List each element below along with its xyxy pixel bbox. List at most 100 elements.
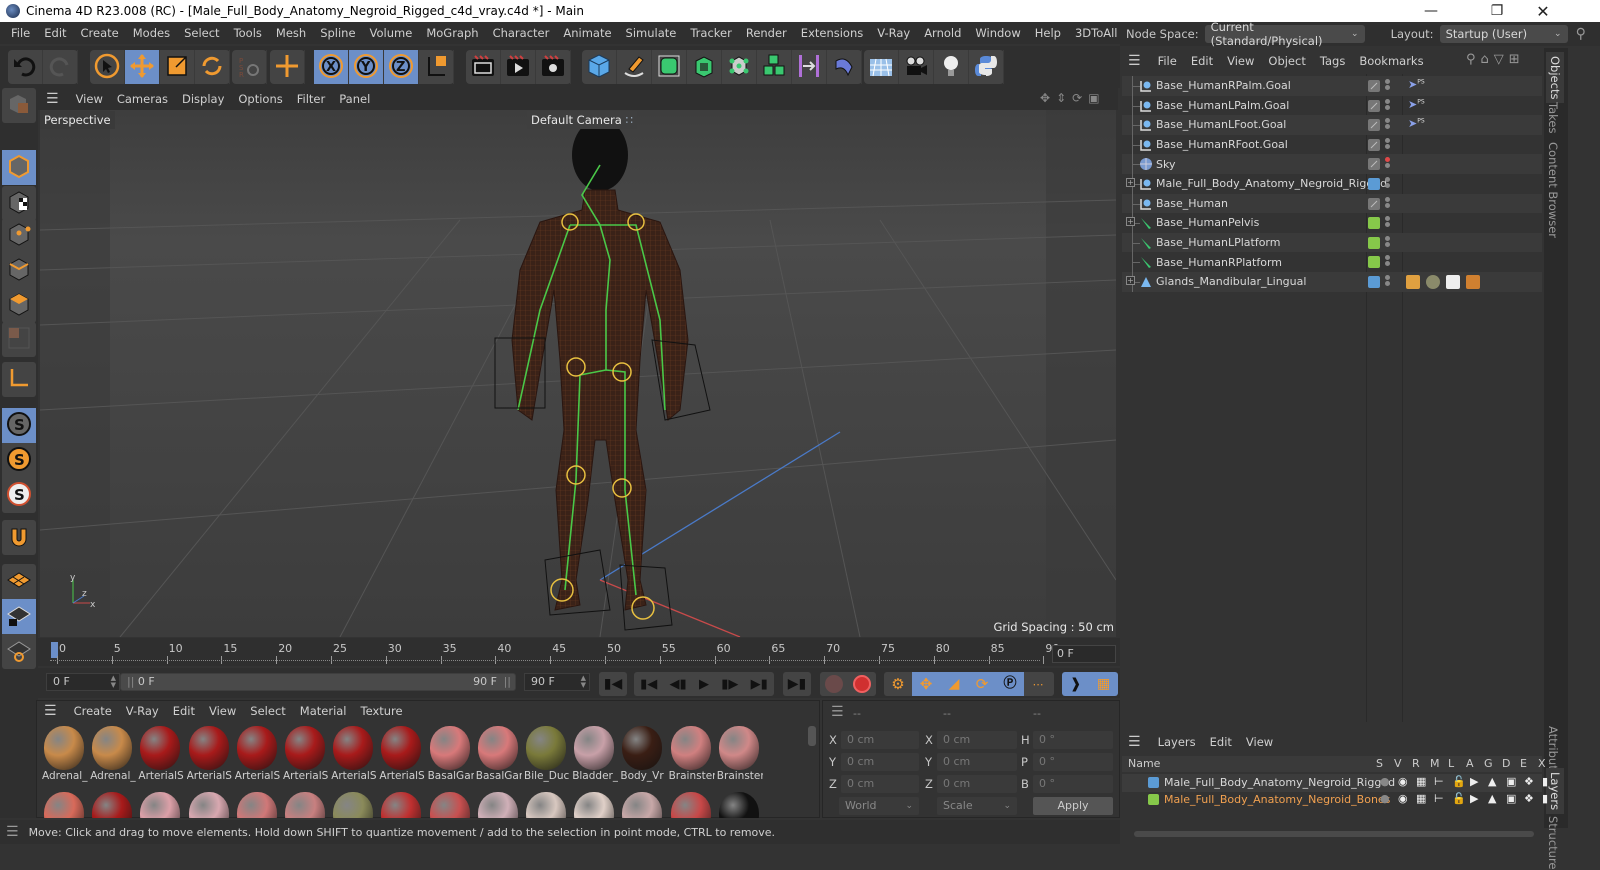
eye-icon[interactable]: ◉ (1398, 792, 1408, 805)
material-swatch[interactable] (669, 790, 713, 818)
go-to-end-button[interactable]: ▶▮ (783, 672, 811, 696)
render-view-button[interactable] (466, 50, 501, 84)
position-y-field[interactable]: 0 cm (841, 753, 919, 771)
position-x-field[interactable]: 0 cm (841, 731, 919, 749)
render-clapper-icon[interactable]: ▦ (1416, 792, 1426, 805)
position-z-field[interactable]: 0 cm (841, 775, 919, 793)
ik-tag-icon[interactable]: ➤PS (1408, 117, 1425, 130)
material-swatch[interactable] (379, 790, 423, 818)
eye-icon[interactable]: ◉ (1398, 775, 1408, 788)
material-swatch[interactable] (717, 790, 761, 818)
layer-name[interactable]: Male_Full_Body_Anatomy_Negroid_Rigged (1164, 776, 1395, 789)
key-pla-icon[interactable]: ⋯ (1024, 678, 1052, 691)
layer-row[interactable]: Male_Full_Body_Anatomy_Negroid_Rigged ● ◉ ▦… (1122, 774, 1548, 792)
move-button[interactable] (125, 50, 160, 84)
material-tag-icon[interactable] (1426, 275, 1440, 289)
column-header-s[interactable]: S (1376, 757, 1383, 770)
coordinate-system-button[interactable] (419, 50, 454, 84)
sound-icon[interactable]: ❱ (1070, 676, 1082, 692)
solo-single-button[interactable]: S (2, 443, 36, 478)
redo-button[interactable] (43, 50, 78, 84)
make-editable-button[interactable] (2, 88, 36, 123)
object-row[interactable]: Base_HumanLPalm.Goal ➤PS (1122, 95, 1542, 116)
apply-button[interactable]: Apply (1033, 797, 1113, 815)
python-button[interactable] (969, 50, 1004, 84)
object-menu-file[interactable]: File (1151, 54, 1184, 68)
material-swatch[interactable] (283, 790, 327, 818)
home-icon[interactable]: ⌂ (1481, 52, 1494, 67)
maximize-view-icon[interactable]: ▣ (1088, 91, 1105, 105)
object-row[interactable]: Base_HumanRFoot.Goal (1122, 134, 1542, 155)
column-header-a[interactable]: A (1466, 757, 1474, 770)
cube-button[interactable] (582, 50, 617, 84)
previous-key-icon[interactable]: ▮◀ (640, 677, 657, 692)
3d-viewport[interactable]: y xz (40, 110, 1116, 637)
editor-visibility-dot[interactable] (1385, 137, 1390, 143)
timeline-window-icon[interactable]: ▦ (1097, 676, 1110, 692)
planar-workplane-button[interactable] (2, 634, 36, 669)
visibility-dots[interactable] (1385, 117, 1391, 130)
key-parameter-icon[interactable]: Ⓟ (996, 672, 1024, 696)
coord-mode-dropdown[interactable]: World ⌄ (839, 797, 919, 815)
layer-color-swatch[interactable] (1368, 197, 1380, 210)
y-axis-button[interactable]: Y (349, 50, 384, 84)
camera-button[interactable] (899, 50, 934, 84)
layer-menu-edit[interactable]: Edit (1203, 735, 1239, 749)
menu-select[interactable]: Select (177, 26, 226, 40)
render-picture-viewer-button[interactable] (501, 50, 536, 84)
object-menu-object[interactable]: Object (1261, 54, 1312, 68)
render-settings-button[interactable] (536, 50, 571, 84)
material-swatch[interactable] (187, 790, 231, 818)
menu-extensions[interactable]: Extensions (794, 26, 870, 40)
menu-mograph[interactable]: MoGraph (419, 26, 485, 40)
undo-button[interactable] (8, 50, 43, 84)
editor-visibility-dot[interactable] (1385, 235, 1390, 241)
previous-frame-icon[interactable]: ◀▮ (670, 677, 687, 692)
size-z-field[interactable]: 0 cm (937, 775, 1017, 793)
size-y-field[interactable]: 0 cm (937, 753, 1017, 771)
material-swatch[interactable]: BasalGar (476, 724, 522, 782)
object-row[interactable]: Base_Human (1122, 193, 1542, 214)
column-header-l[interactable]: L (1448, 757, 1454, 770)
material-swatch[interactable] (476, 790, 520, 818)
material-swatch[interactable]: Body_Vr (620, 724, 664, 782)
size-mode-dropdown[interactable]: Scale ⌄ (937, 797, 1017, 815)
material-menu-material[interactable]: Material (293, 704, 354, 718)
manager-icon[interactable]: ⊢ (1434, 775, 1444, 788)
layer-color-swatch[interactable] (1148, 794, 1159, 805)
layer-name[interactable]: Male_Full_Body_Anatomy_Negroid_Bones (1164, 793, 1390, 806)
render-visibility-dot[interactable] (1385, 143, 1390, 149)
object-row[interactable]: + Base_HumanPelvis (1122, 213, 1542, 234)
search-icon[interactable]: ⚲ (1576, 26, 1586, 42)
rotation-b-field[interactable]: 0 ° (1033, 775, 1113, 793)
render-visibility-dot[interactable] (1385, 222, 1390, 228)
uvw-tag-icon[interactable] (1466, 275, 1480, 289)
object-menu-view[interactable]: View (1220, 54, 1261, 68)
filter-icon[interactable]: ▽ (1494, 52, 1509, 67)
size-x-field[interactable]: 0 cm (937, 731, 1017, 749)
end-frame-field[interactable]: 90 F ▲ ▼ (524, 673, 590, 691)
xref-icon[interactable]: ▮ (1542, 775, 1548, 788)
viewport-view-name[interactable]: Perspective (40, 111, 115, 129)
hamburger-menu-icon[interactable]: ☰ (46, 91, 59, 107)
layer-color-swatch[interactable] (1368, 119, 1380, 132)
start-frame-field[interactable]: 0 F ▲ ▼ (46, 673, 120, 691)
menu-character[interactable]: Character (486, 26, 557, 40)
node-space-dropdown[interactable]: Current (Standard/Physical) ⌄ (1204, 20, 1365, 48)
tab-objects[interactable]: Objects (1546, 52, 1564, 104)
polygon-mode-button[interactable] (2, 288, 36, 323)
material-swatch[interactable] (42, 790, 86, 818)
viewport-menu-options[interactable]: Options (231, 92, 289, 106)
column-header-name[interactable]: Name (1128, 757, 1160, 770)
layer-row[interactable]: Male_Full_Body_Anatomy_Negroid_Bones ● ◉ ▦ ⊢… (1122, 791, 1548, 809)
material-menu-edit[interactable]: Edit (166, 704, 202, 718)
object-row[interactable]: Base_HumanRPalm.Goal ➤PS (1122, 76, 1542, 96)
material-swatch[interactable] (524, 790, 568, 818)
menu-edit[interactable]: Edit (37, 26, 73, 40)
dolly-icon[interactable]: ⇕ (1056, 91, 1072, 105)
checker-tag-icon[interactable] (1446, 275, 1460, 289)
subdivision-button[interactable] (652, 50, 687, 84)
key-rotation-icon[interactable]: ⟳ (968, 672, 996, 696)
deformer-icon[interactable]: ▣ (1506, 792, 1516, 805)
render-visibility-dot[interactable] (1385, 85, 1390, 90)
